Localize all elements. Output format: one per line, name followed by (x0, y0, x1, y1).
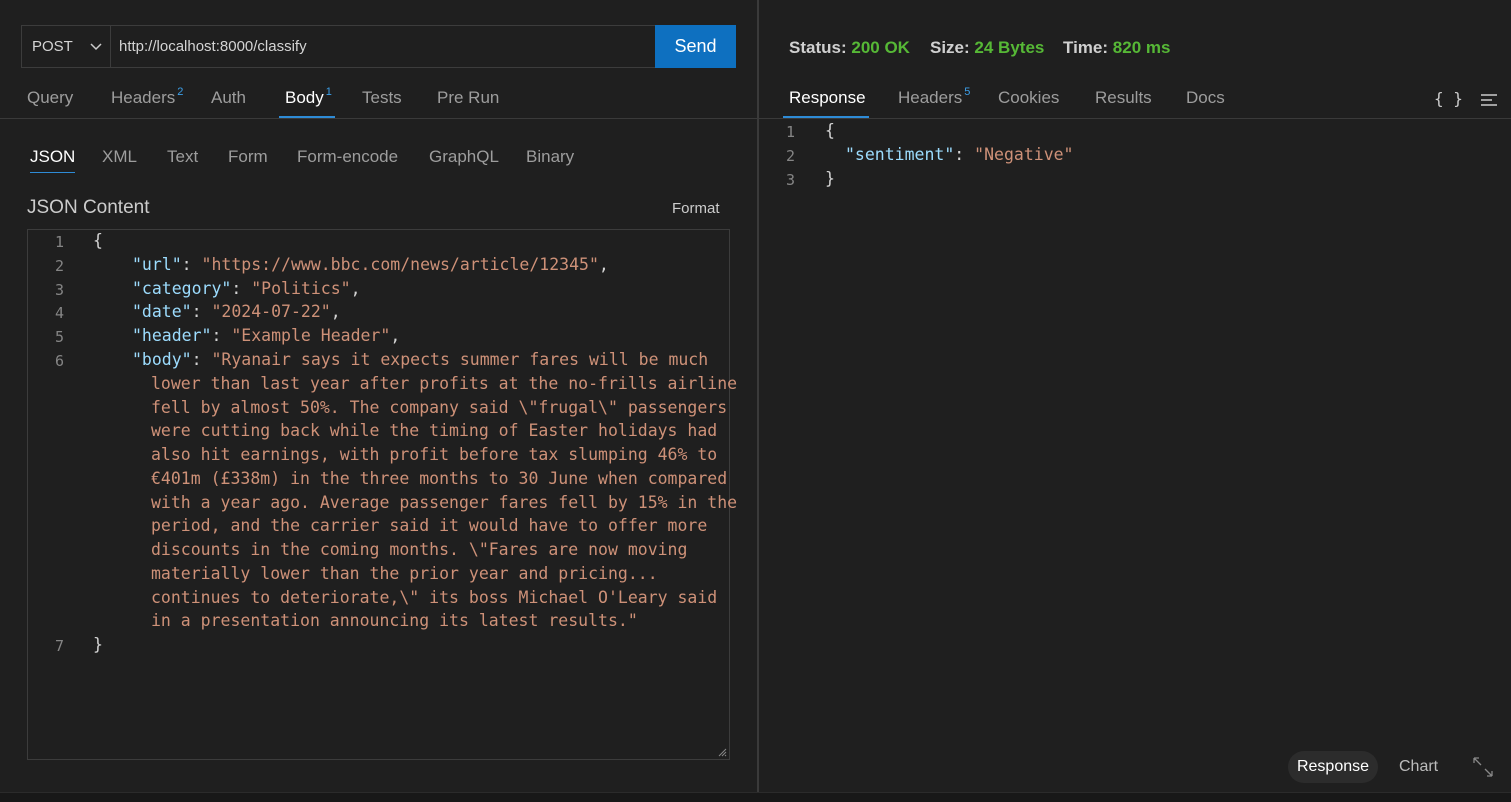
url-input[interactable] (111, 26, 655, 67)
tab-query[interactable]: Query (27, 88, 73, 118)
url-bar: POST Send (21, 25, 736, 68)
json-line-body: "body": "Ryanair says it expects summer … (132, 350, 709, 369)
tab-headers[interactable]: Headers 2 (111, 86, 184, 118)
resize-grip-icon[interactable] (717, 747, 727, 757)
response-headers-count-badge: 5 (964, 86, 971, 98)
tab-cookies[interactable]: Cookies (998, 88, 1059, 118)
method-label: POST (32, 38, 73, 55)
response-close-brace: } (825, 169, 835, 188)
response-line-sentiment: "sentiment": "Negative" (845, 145, 1074, 164)
line-number: 2 (54, 257, 64, 275)
tab-response[interactable]: Response (783, 88, 869, 118)
subtab-text[interactable]: Text (167, 147, 198, 173)
expand-icon[interactable] (1472, 756, 1494, 778)
line-number: 1 (54, 233, 64, 251)
line-number: 5 (54, 328, 64, 346)
time-value: 820 ms (1112, 38, 1171, 57)
body-text-line: €401m (£338m) in the three months to 30 … (151, 469, 728, 488)
format-button[interactable]: Format (672, 200, 720, 217)
tab-docs[interactable]: Docs (1186, 88, 1225, 118)
line-number: 7 (54, 637, 64, 655)
body-text-line: also hit earnings, with profit before ta… (151, 445, 718, 464)
size-info: Size: 24 Bytes (930, 38, 1045, 57)
subtab-xml[interactable]: XML (102, 147, 137, 173)
tab-response-headers[interactable]: Headers 5 (898, 86, 971, 118)
line-number: 3 (785, 171, 795, 189)
response-viewer: 1 2 3 { "sentiment": "Negative" } (759, 120, 1511, 200)
status-value: 200 OK (851, 38, 910, 57)
bottom-status-bar (0, 792, 1511, 802)
subtab-form-encode[interactable]: Form-encode (297, 147, 398, 173)
tab-body[interactable]: Body 1 (279, 86, 335, 118)
tab-tests[interactable]: Tests (362, 88, 402, 118)
body-text-line: lower than last year after profits at th… (151, 374, 738, 393)
body-text-line: fell by almost 50%. The company said \"f… (151, 398, 728, 417)
json-editor[interactable]: 1 2 3 4 5 6 7 { "url": "https://www.bbc.… (27, 229, 737, 760)
json-content-label: JSON Content (27, 197, 150, 218)
view-response-button[interactable]: Response (1288, 751, 1378, 783)
line-number: 4 (54, 304, 64, 322)
time-info: Time: 820 ms (1063, 38, 1171, 57)
view-switch: Response Chart (759, 751, 1511, 783)
body-text-line: materially lower than the prior year and… (151, 564, 658, 583)
body-text-line: period, and the carrier said it would ha… (151, 516, 708, 535)
request-tabs: Query Headers 2 Auth Body 1 Tests Pre Run (0, 86, 757, 119)
status-info: Status: 200 OK (789, 38, 910, 57)
open-brace: { (93, 231, 103, 250)
line-number: 1 (785, 123, 795, 141)
body-text-line: with a year ago. Average passenger fares… (151, 493, 738, 512)
tab-auth[interactable]: Auth (211, 88, 246, 118)
tabs-divider (0, 118, 757, 119)
json-line-url: "url": "https://www.bbc.com/news/article… (132, 255, 609, 274)
json-line-header: "header": "Example Header", (132, 326, 401, 345)
subtab-form[interactable]: Form (228, 147, 268, 173)
tab-results[interactable]: Results (1095, 88, 1152, 118)
close-brace: } (93, 635, 103, 654)
chevron-down-icon (90, 43, 102, 51)
menu-icon[interactable] (1480, 93, 1498, 107)
body-text-line: discounts in the coming months. \"Fares … (151, 540, 688, 559)
response-tabs: Response Headers 5 Cookies Results Docs {… (759, 86, 1511, 119)
line-number: 2 (785, 147, 795, 165)
body-count-badge: 1 (325, 86, 332, 98)
body-text-line: in a presentation announcing its latest … (151, 611, 638, 630)
line-number: 6 (54, 352, 64, 370)
method-select[interactable]: POST (22, 26, 111, 67)
body-text-line: continues to deteriorate,\" its boss Mic… (151, 588, 718, 607)
send-button[interactable]: Send (655, 25, 736, 68)
request-panel: POST Send Query Headers2 Auth Body1 Test… (0, 0, 757, 792)
tab-pre-run[interactable]: Pre Run (437, 88, 499, 118)
braces-icon[interactable]: { } (1434, 89, 1463, 108)
response-tabs-divider (759, 118, 1511, 119)
subtab-binary[interactable]: Binary (526, 147, 574, 173)
subtab-json[interactable]: JSON (30, 147, 76, 173)
headers-count-badge: 2 (177, 86, 184, 98)
body-text-line: were cutting back while the timing of Ea… (151, 421, 718, 440)
json-line-category: "category": "Politics", (132, 279, 361, 298)
json-line-date: "date": "2024-07-22", (132, 302, 341, 321)
size-value: 24 Bytes (974, 38, 1045, 57)
response-open-brace: { (825, 121, 835, 140)
view-chart-button[interactable]: Chart (1399, 751, 1449, 783)
subtab-graphql[interactable]: GraphQL (429, 147, 499, 173)
response-panel: Status: 200 OK Size: 24 Bytes Time: 820 … (759, 0, 1511, 792)
line-number: 3 (54, 281, 64, 299)
